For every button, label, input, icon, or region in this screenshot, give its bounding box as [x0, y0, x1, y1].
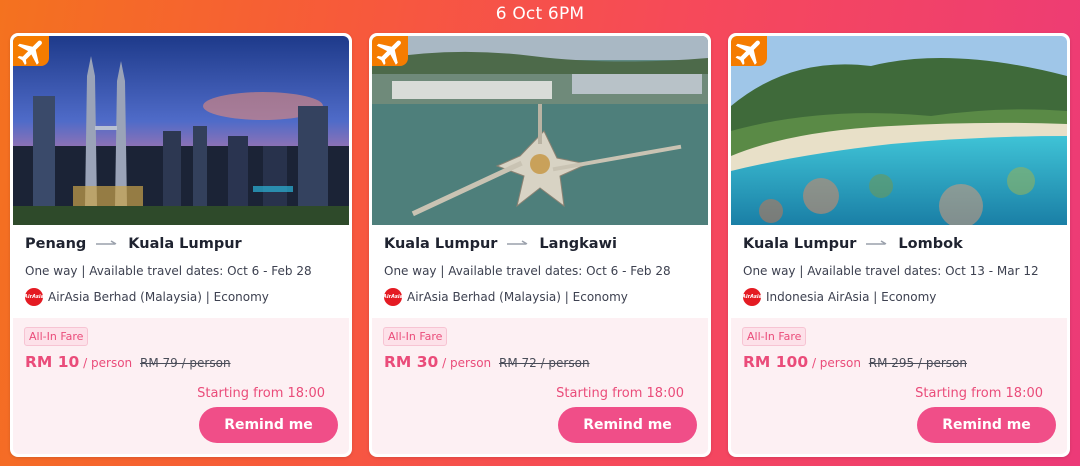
airplane-icon [372, 36, 408, 66]
original-price: RM 295 / person [868, 356, 967, 370]
origin-city: Kuala Lumpur [743, 236, 857, 252]
per-person-label: / person [83, 356, 133, 370]
airline-label: AirAsia Berhad (Malaysia) | Economy [407, 290, 628, 304]
price-line: RM 10 / person RM 79 / person [25, 353, 231, 371]
arrow-right-icon [507, 240, 528, 245]
per-person-label: / person [442, 356, 492, 370]
origin-city: Penang [25, 236, 87, 252]
trip-details: One way | Available travel dates: Oct 6 … [384, 264, 671, 278]
fare-panel: All-In Fare RM 10 / person RM 79 / perso… [13, 318, 349, 454]
destination-city: Langkawi [539, 236, 617, 252]
fare-panel: All-In Fare RM 30 / person RM 72 / perso… [372, 318, 708, 454]
destination-image-lombok [731, 36, 1067, 225]
airline-label: AirAsia Berhad (Malaysia) | Economy [48, 290, 269, 304]
price: RM 30 [384, 353, 439, 371]
arrow-right-icon [96, 240, 117, 245]
airasia-logo: AirAsia [24, 288, 44, 306]
route: Kuala Lumpur Lombok [743, 236, 1058, 252]
remind-me-button[interactable]: Remind me [199, 407, 338, 443]
origin-city: Kuala Lumpur [384, 236, 498, 252]
airline-label: Indonesia AirAsia | Economy [766, 290, 937, 304]
airplane-icon [731, 36, 767, 66]
start-time-label: Starting from 18:00 [915, 386, 1043, 401]
airplane-icon [13, 36, 49, 66]
airline-info: AirAsia AirAsia Berhad (Malaysia) | Econ… [383, 288, 701, 306]
fare-tag: All-In Fare [24, 327, 89, 346]
airline-info: AirAsia Indonesia AirAsia | Economy [742, 288, 1060, 306]
airline-info: AirAsia AirAsia Berhad (Malaysia) | Econ… [24, 288, 342, 306]
start-time-label: Starting from 18:00 [197, 386, 325, 401]
original-price: RM 79 / person [139, 356, 231, 370]
flight-deal-card[interactable]: Kuala Lumpur Langkawi One way | Availabl… [369, 33, 711, 457]
flight-deal-card[interactable]: Penang Kuala Lumpur One way | Available … [10, 33, 352, 457]
destination-city: Lombok [898, 236, 963, 252]
price: RM 10 [25, 353, 80, 371]
price: RM 100 [743, 353, 809, 371]
start-time-label: Starting from 18:00 [556, 386, 684, 401]
sale-time-heading: 6 Oct 6PM [495, 4, 585, 24]
route: Penang Kuala Lumpur [25, 236, 340, 252]
airasia-logo: AirAsia [383, 288, 403, 306]
trip-details: One way | Available travel dates: Oct 6 … [25, 264, 312, 278]
destination-image-kuala-lumpur [13, 36, 349, 225]
airasia-logo: AirAsia [742, 288, 762, 306]
trip-details: One way | Available travel dates: Oct 13… [743, 264, 1039, 278]
remind-me-button[interactable]: Remind me [917, 407, 1056, 443]
fare-tag: All-In Fare [742, 327, 807, 346]
fare-panel: All-In Fare RM 100 / person RM 295 / per… [731, 318, 1067, 454]
remind-me-button[interactable]: Remind me [558, 407, 697, 443]
arrow-right-icon [866, 240, 887, 245]
route: Kuala Lumpur Langkawi [384, 236, 699, 252]
price-line: RM 30 / person RM 72 / person [384, 353, 590, 371]
destination-city: Kuala Lumpur [128, 236, 242, 252]
destination-image-langkawi [372, 36, 708, 225]
flight-deal-card[interactable]: Kuala Lumpur Lombok One way | Available … [728, 33, 1070, 457]
price-line: RM 100 / person RM 295 / person [743, 353, 967, 371]
fare-tag: All-In Fare [383, 327, 448, 346]
original-price: RM 72 / person [498, 356, 590, 370]
per-person-label: / person [811, 356, 861, 370]
